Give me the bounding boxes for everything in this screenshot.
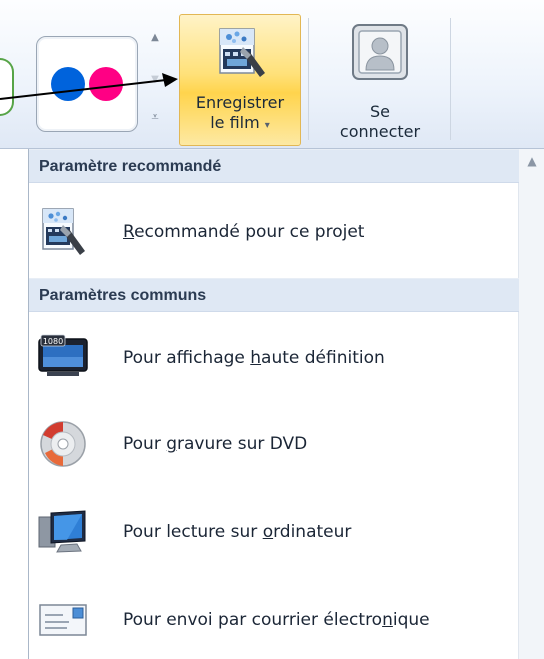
menu-item-recommended[interactable]: Recommandé pour ce projet: [29, 195, 519, 269]
film-project-icon: [219, 28, 265, 77]
menu-item-computer[interactable]: Pour lecture sur ordinateur: [29, 495, 519, 569]
menu-item-dvd[interactable]: Pour gravure sur DVD: [29, 407, 519, 481]
menu-item-label: Pour affichage haute définition: [123, 348, 385, 368]
user-icon: [352, 24, 408, 80]
menu-item-label: Pour lecture sur ordinateur: [123, 522, 352, 542]
ribbon-separator: [308, 18, 309, 140]
scroll-up-icon[interactable]: ▲: [525, 155, 539, 167]
hd-badge-label: 1080: [43, 337, 63, 346]
sign-in-button[interactable]: Se connecter: [318, 14, 442, 146]
gallery-scroll-up-icon[interactable]: ▲: [147, 30, 163, 46]
email-icon: [39, 604, 87, 636]
ribbon-separator: [450, 18, 451, 140]
film-project-icon: [42, 208, 85, 255]
computer-icon: [38, 510, 86, 553]
save-movie-button[interactable]: Enregistrer le film ▾: [179, 14, 301, 146]
save-movie-dropdown-menu: ▲ Paramètre recommandé Recommandé pour c…: [28, 149, 544, 659]
menu-scrollbar[interactable]: ▲: [518, 149, 544, 659]
sign-in-label: Se connecter: [339, 102, 421, 141]
menu-item-label: Recommandé pour ce projet: [123, 222, 365, 242]
menu-item-email[interactable]: Pour envoi par courrier électronique: [29, 583, 519, 657]
annotation-arrow-icon: [0, 73, 178, 100]
save-movie-label: Enregistrer le film ▾: [195, 93, 285, 132]
dvd-icon: [40, 421, 86, 467]
menu-item-hd-display[interactable]: 1080 Pour affichage haute définition: [29, 321, 519, 395]
dropdown-arrow-icon: ▾: [264, 120, 270, 131]
menu-item-label: Pour gravure sur DVD: [123, 434, 308, 454]
menu-item-label: Pour envoi par courrier électronique: [123, 610, 430, 630]
section-header-recommended: Paramètre recommandé: [29, 149, 519, 183]
hd-monitor-icon: 1080: [38, 334, 88, 376]
gallery-expand-icon[interactable]: ⩡: [147, 110, 163, 126]
section-header-common: Paramètres communs: [29, 278, 519, 312]
